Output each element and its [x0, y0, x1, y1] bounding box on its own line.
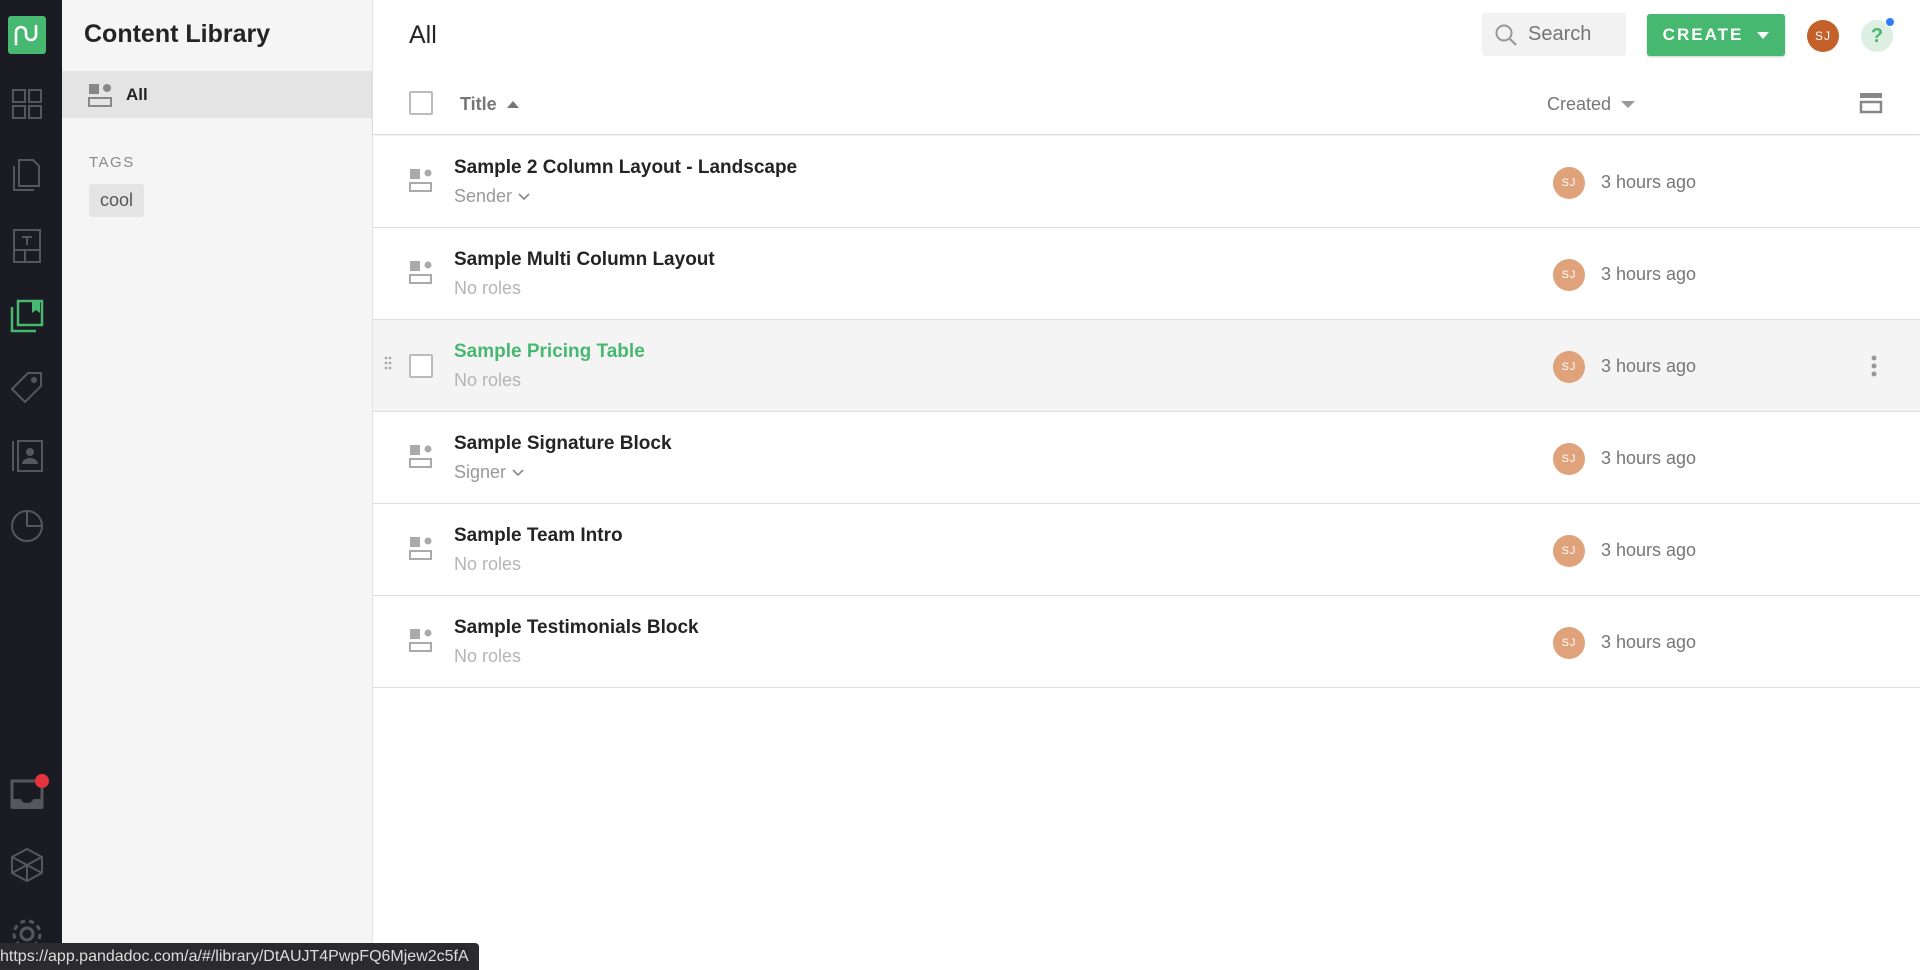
table-row[interactable]: Sample Multi Column Layout No roles SJ 3 ho… — [373, 228, 1920, 320]
help-notification-dot — [1885, 17, 1895, 27]
documents-icon[interactable] — [9, 157, 45, 193]
created-time: 3 hours ago — [1601, 540, 1697, 560]
sort-asc-icon — [506, 101, 519, 108]
notification-badge — [35, 774, 49, 788]
search-box[interactable] — [1482, 13, 1626, 56]
search-input[interactable] — [1528, 23, 1618, 46]
row-title[interactable]: Sample Team Intro — [454, 525, 623, 547]
roles-label: No roles — [454, 554, 522, 574]
table-header: Title Created — [373, 72, 1920, 135]
row-title[interactable]: Sample Testimonials Block — [454, 617, 699, 639]
nav-rail — [0, 0, 62, 970]
roles-dropdown: No roles — [454, 370, 521, 391]
created-column-label: Created — [1547, 94, 1612, 114]
roles-label: No roles — [454, 646, 522, 666]
catalog-icon[interactable] — [9, 368, 45, 404]
reports-icon[interactable] — [9, 508, 45, 544]
owner-avatar: SJ — [1553, 259, 1585, 291]
owner-avatar: SJ — [1553, 351, 1585, 383]
table-row[interactable]: Sample Signature Block Signer SJ 3 hours ag… — [373, 412, 1920, 504]
owner-avatar: SJ — [1553, 167, 1585, 199]
caret-down-icon — [1757, 31, 1770, 39]
table-row[interactable]: Sample Pricing Table No roles SJ 3 hours ag… — [373, 320, 1920, 412]
sidebar-item-label: All — [126, 84, 148, 104]
create-label: CREATE — [1662, 25, 1744, 44]
main-panel: All CREATE SJ ? Title Created Sample 2 C… — [373, 0, 1920, 970]
roles-label: Sender — [454, 186, 513, 206]
row-title[interactable]: Sample Pricing Table — [454, 341, 645, 363]
integrations-icon[interactable] — [9, 847, 45, 883]
content-block-icon — [409, 169, 432, 192]
sort-by-created[interactable]: Created — [1547, 94, 1636, 115]
status-url-text: https://app.pandadoc.com/a/#/library/DtA… — [0, 947, 469, 965]
owner-avatar: SJ — [1553, 443, 1585, 475]
user-avatar[interactable]: SJ — [1807, 20, 1839, 52]
created-time: 3 hours ago — [1601, 356, 1697, 376]
row-title[interactable]: Sample Signature Block — [454, 433, 672, 455]
chevron-down-icon — [518, 192, 530, 200]
content-block-icon — [88, 83, 112, 107]
templates-icon[interactable] — [9, 228, 45, 264]
caret-down-icon — [1621, 101, 1636, 108]
view-toggle-icon[interactable] — [1859, 92, 1883, 114]
content-block-icon — [409, 629, 432, 652]
created-time: 3 hours ago — [1601, 264, 1697, 284]
roles-label: No roles — [454, 278, 522, 298]
roles-dropdown[interactable]: Sender — [454, 186, 531, 207]
row-checkbox[interactable] — [409, 354, 433, 378]
chevron-down-icon — [512, 468, 524, 476]
roles-dropdown[interactable]: Signer — [454, 462, 525, 483]
created-time: 3 hours ago — [1601, 632, 1697, 652]
search-icon — [1495, 24, 1517, 46]
sort-by-title[interactable]: Title — [460, 94, 519, 115]
help-icon: ? — [1870, 24, 1884, 47]
content-block-icon — [409, 537, 432, 560]
contacts-icon[interactable] — [9, 438, 45, 474]
title-column-label: Title — [460, 94, 497, 114]
content-block-icon — [409, 445, 432, 468]
roles-dropdown: No roles — [454, 554, 521, 575]
table-row[interactable]: Sample 2 Column Layout - Landscape Sender… — [373, 136, 1920, 228]
help-button[interactable]: ? — [1861, 17, 1895, 52]
more-options-icon[interactable] — [1870, 354, 1878, 378]
row-title[interactable]: Sample 2 Column Layout - Landscape — [454, 157, 797, 179]
content-block-icon — [409, 261, 432, 284]
roles-label: No roles — [454, 370, 522, 390]
owner-avatar: SJ — [1553, 627, 1585, 659]
created-time: 3 hours ago — [1601, 172, 1697, 192]
roles-dropdown: No roles — [454, 278, 521, 299]
sidebar-item-all[interactable]: All — [62, 71, 372, 118]
tag-chip[interactable]: cool — [89, 184, 145, 217]
owner-avatar: SJ — [1553, 535, 1585, 567]
content-library-sidebar: Content Library All TAGS cool — [62, 0, 373, 970]
created-time: 3 hours ago — [1601, 448, 1697, 468]
page-title: All — [409, 21, 437, 49]
row-title[interactable]: Sample Multi Column Layout — [454, 249, 715, 271]
tags-heading: TAGS — [89, 154, 135, 171]
table-row[interactable]: Sample Testimonials Block No roles SJ 3 hou… — [373, 596, 1920, 688]
drag-handle-icon[interactable] — [384, 356, 392, 370]
select-all-checkbox[interactable] — [409, 91, 433, 115]
dashboard-icon[interactable] — [9, 86, 45, 122]
sidebar-title: Content Library — [84, 20, 271, 48]
pandadoc-logo[interactable] — [8, 16, 46, 54]
create-button[interactable]: CREATE — [1647, 14, 1785, 56]
status-bar-url: https://app.pandadoc.com/a/#/library/DtA… — [0, 943, 479, 970]
roles-dropdown: No roles — [454, 646, 521, 667]
table-row[interactable]: Sample Team Intro No roles SJ 3 hours ago — [373, 504, 1920, 596]
content-library-icon[interactable] — [9, 298, 45, 334]
roles-label: Signer — [454, 462, 507, 482]
